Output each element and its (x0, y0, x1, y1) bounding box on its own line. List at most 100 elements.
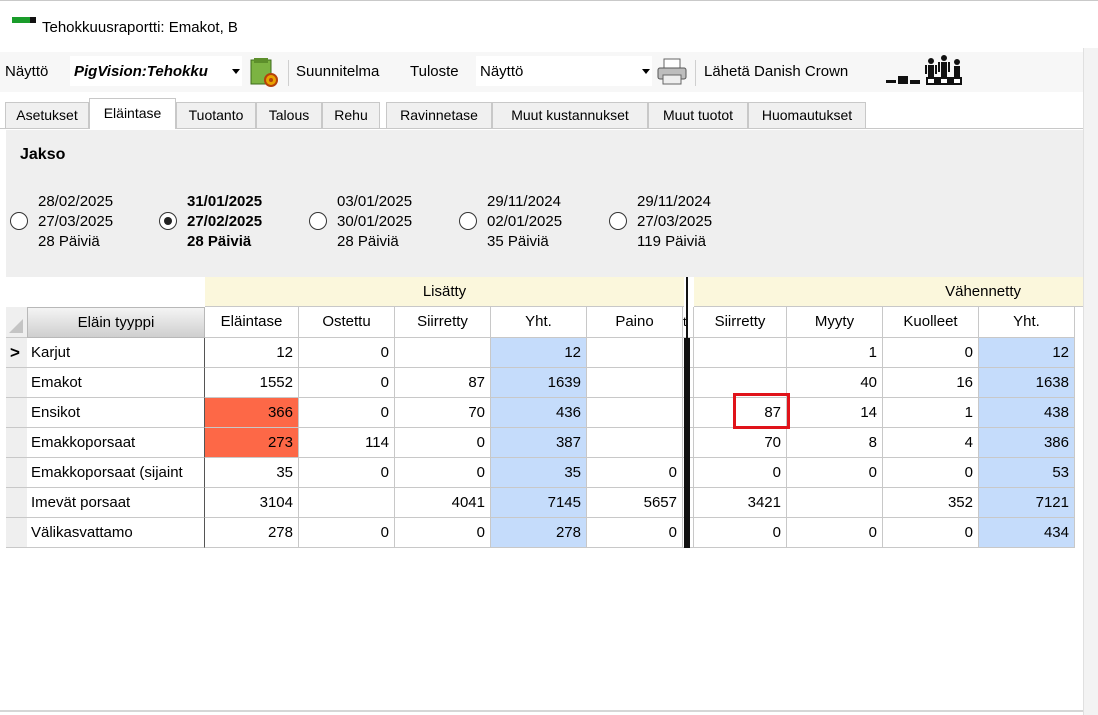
table-cell[interactable]: 70 (694, 428, 787, 458)
print-select[interactable]: Näyttö (476, 56, 652, 86)
table-cell[interactable] (587, 428, 683, 458)
send-button[interactable]: Lähetä Danish Crown (704, 63, 848, 80)
period-radio[interactable] (309, 212, 327, 230)
column-header-animal-type[interactable]: Eläin tyyppi (27, 307, 205, 338)
table-cell[interactable]: 1 (883, 398, 979, 428)
table-cell[interactable]: 0 (299, 518, 395, 548)
row-header[interactable] (6, 458, 27, 488)
table-cell[interactable]: 70 (395, 398, 491, 428)
table-cell[interactable]: 7145 (491, 488, 587, 518)
tab-ravinnetase[interactable]: Ravinnetase (386, 102, 492, 128)
row-header[interactable] (6, 518, 27, 548)
table-cell[interactable]: 386 (979, 428, 1075, 458)
table-cell[interactable] (694, 338, 787, 368)
table-cell[interactable]: 0 (787, 518, 883, 548)
table-cell[interactable]: 273 (205, 428, 299, 458)
table-cell[interactable]: 387 (491, 428, 587, 458)
table-cell[interactable]: 1639 (491, 368, 587, 398)
table-cell[interactable]: 12 (205, 338, 299, 368)
table-cell[interactable]: 0 (694, 518, 787, 548)
table-cell[interactable]: 0 (395, 428, 491, 458)
period-radio[interactable] (10, 212, 28, 230)
table-cell[interactable]: 0 (299, 368, 395, 398)
tab-talous[interactable]: Talous (256, 102, 322, 128)
tab-rehu[interactable]: Rehu (322, 102, 380, 128)
table-cell[interactable]: 0 (787, 458, 883, 488)
column-header[interactable]: Siirretty (694, 307, 787, 338)
table-cell[interactable]: 40 (787, 368, 883, 398)
table-cell[interactable] (787, 488, 883, 518)
table-cell[interactable]: 1638 (979, 368, 1075, 398)
period-radio[interactable] (609, 212, 627, 230)
column-header[interactable]: Yht. (979, 307, 1075, 338)
table-cell[interactable]: 0 (299, 338, 395, 368)
table-cell[interactable]: 4041 (395, 488, 491, 518)
column-header[interactable]: Yht. (491, 307, 587, 338)
row-header[interactable] (6, 398, 27, 428)
plan-button[interactable]: Suunnitelma (296, 63, 379, 80)
table-cell[interactable]: 7121 (979, 488, 1075, 518)
column-header[interactable]: Ostettu (299, 307, 395, 338)
table-cell[interactable]: 0 (883, 458, 979, 488)
report-select[interactable]: PigVision:Tehokku (70, 56, 242, 86)
column-header[interactable]: Eläintase (205, 307, 299, 338)
row-header[interactable] (6, 368, 27, 398)
tab-tuotanto[interactable]: Tuotanto (176, 102, 256, 128)
table-cell[interactable]: 0 (395, 518, 491, 548)
table-cell[interactable]: 0 (694, 458, 787, 488)
row-label[interactable]: Ensikot (27, 398, 205, 428)
printer-icon[interactable] (656, 58, 688, 86)
table-cell[interactable]: 16 (883, 368, 979, 398)
table-cell[interactable]: 8 (787, 428, 883, 458)
table-cell[interactable]: 366 (205, 398, 299, 428)
table-cell[interactable]: 0 (587, 458, 683, 488)
table-cell[interactable]: 1 (787, 338, 883, 368)
table-cell[interactable] (587, 338, 683, 368)
tab-muut-kustannukset[interactable]: Muut kustannukset (492, 102, 648, 128)
period-radio[interactable] (159, 212, 177, 230)
table-cell[interactable]: 35 (205, 458, 299, 488)
row-label[interactable]: Imevät porsaat (27, 488, 205, 518)
table-cell[interactable] (395, 338, 491, 368)
row-label[interactable]: Välikasvattamo (27, 518, 205, 548)
table-cell[interactable]: 53 (979, 458, 1075, 488)
table-cell[interactable] (299, 488, 395, 518)
tab-elaintase[interactable]: Eläintase (89, 98, 176, 129)
table-cell[interactable]: 438 (979, 398, 1075, 428)
table-cell[interactable]: 352 (883, 488, 979, 518)
table-cell[interactable]: 114 (299, 428, 395, 458)
table-cell[interactable]: 12 (979, 338, 1075, 368)
table-cell[interactable]: 4 (883, 428, 979, 458)
period-radio[interactable] (459, 212, 477, 230)
table-cell[interactable]: 278 (491, 518, 587, 548)
table-cell[interactable]: 3104 (205, 488, 299, 518)
podium-icon[interactable] (884, 54, 964, 88)
row-header[interactable] (6, 428, 27, 458)
table-cell[interactable]: 278 (205, 518, 299, 548)
table-cell[interactable]: 0 (883, 518, 979, 548)
row-header[interactable] (6, 488, 27, 518)
table-cell[interactable]: 0 (299, 398, 395, 428)
row-label[interactable]: Emakkoporsaat (sijaint (27, 458, 205, 488)
table-cell[interactable]: 35 (491, 458, 587, 488)
table-cell[interactable]: 0 (883, 338, 979, 368)
table-cell[interactable]: 0 (395, 458, 491, 488)
table-cell[interactable]: 87 (395, 368, 491, 398)
table-cell[interactable]: 3421 (694, 488, 787, 518)
row-label[interactable]: Emakot (27, 368, 205, 398)
column-header[interactable]: Siirretty (395, 307, 491, 338)
table-cell[interactable]: 0 (299, 458, 395, 488)
table-cell[interactable]: 12 (491, 338, 587, 368)
tab-huomautukset[interactable]: Huomautukset (748, 102, 866, 128)
column-header[interactable]: Kuolleet (883, 307, 979, 338)
tab-asetukset[interactable]: Asetukset (5, 102, 89, 128)
row-label[interactable]: Karjut (27, 338, 205, 368)
table-cell[interactable] (587, 398, 683, 428)
table-cell[interactable]: 1552 (205, 368, 299, 398)
table-cell[interactable]: 5657 (587, 488, 683, 518)
table-cell[interactable] (587, 368, 683, 398)
column-header[interactable]: Myyty (787, 307, 883, 338)
table-cell[interactable]: 436 (491, 398, 587, 428)
row-label[interactable]: Emakkoporsaat (27, 428, 205, 458)
row-header[interactable]: > (6, 338, 27, 368)
